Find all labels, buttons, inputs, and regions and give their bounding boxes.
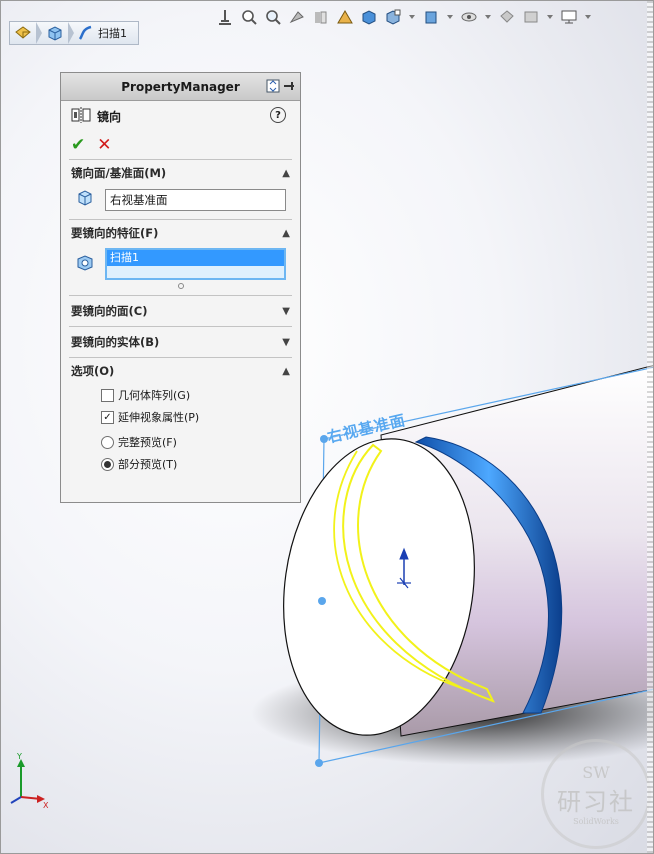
- view-settings-icon[interactable]: [559, 7, 579, 27]
- group-faces-header[interactable]: 要镜向的面(C) ▼: [69, 296, 292, 326]
- group-title: 要镜向的面(C): [71, 304, 148, 318]
- feature-title: 镜向: [97, 109, 122, 124]
- eye-icon[interactable]: [459, 7, 479, 27]
- option-label: 完整预览(F): [118, 436, 177, 449]
- chevron-up-icon[interactable]: ▲: [282, 228, 290, 239]
- body-icon[interactable]: [46, 24, 64, 42]
- chevron-down-icon[interactable]: ▼: [282, 306, 290, 317]
- hide-show-items-icon[interactable]: [421, 7, 441, 27]
- axis-y-label: Y: [16, 753, 22, 761]
- radio-selected-dot: [104, 460, 111, 468]
- expand-panel-icon[interactable]: [266, 79, 280, 96]
- plane-handle-bottom[interactable]: [315, 759, 323, 767]
- watermark-main: 研习社: [557, 787, 635, 816]
- partial-preview-option[interactable]: 部分预览(T): [69, 453, 292, 475]
- geometry-pattern-option[interactable]: 几何体阵列(G): [69, 384, 292, 406]
- plane-handle-mid[interactable]: [318, 597, 326, 605]
- view-orientation-icon[interactable]: [215, 7, 235, 27]
- section-view-icon[interactable]: [311, 7, 331, 27]
- plane-selection-icon: [75, 188, 95, 211]
- geometry-pattern-checkbox[interactable]: [101, 388, 114, 402]
- breadcrumb-sweep-item[interactable]: 扫描1: [78, 25, 127, 41]
- features-list[interactable]: 扫描1: [105, 248, 286, 280]
- display-style-icon[interactable]: [383, 7, 403, 27]
- pin-icon[interactable]: [282, 79, 296, 96]
- group-title: 要镜向的特征(F): [71, 226, 159, 240]
- property-manager-header: PropertyManager: [61, 73, 300, 101]
- group-title: 选项(O): [71, 364, 115, 378]
- full-preview-radio[interactable]: [101, 435, 114, 449]
- group-options-header[interactable]: 选项(O) ▲: [69, 358, 292, 384]
- option-label: 延伸视象属性(P): [118, 411, 200, 424]
- group-mirror-plane: 镜向面/基准面(M) ▲: [69, 159, 292, 219]
- chevron-up-icon[interactable]: ▲: [282, 366, 290, 377]
- breadcrumb: 扫描1: [9, 21, 139, 45]
- heads-up-view-toolbar: [215, 5, 625, 29]
- full-preview-option[interactable]: 完整预览(F): [69, 428, 292, 453]
- mirror-feature-icon: [71, 106, 91, 127]
- group-faces-to-mirror: 要镜向的面(C) ▼: [69, 295, 292, 326]
- group-options: 选项(O) ▲ 几何体阵列(G) ✓ 延伸视象属性(P) 完整预览(F) 部分预…: [69, 357, 292, 475]
- edit-appearance-icon[interactable]: [497, 7, 517, 27]
- axis-triad: Y X: [10, 753, 49, 809]
- view-orientation-cube-icon[interactable]: [359, 7, 379, 27]
- watermark-sub: SolidWorks: [573, 816, 619, 826]
- chevron-down-icon[interactable]: [585, 15, 591, 19]
- zoom-to-fit-icon[interactable]: [239, 7, 259, 27]
- resize-handle[interactable]: [177, 283, 184, 289]
- feature-selection-icon: [75, 253, 95, 276]
- mirror-plane-field[interactable]: [105, 188, 286, 211]
- previous-view-icon[interactable]: [287, 7, 307, 27]
- breadcrumb-feature-label: 扫描1: [98, 27, 127, 40]
- group-bodies-to-mirror: 要镜向的实体(B) ▼: [69, 326, 292, 357]
- ok-cancel-row: ✔ ✕: [61, 131, 300, 159]
- propagate-visual-option[interactable]: ✓ 延伸视象属性(P): [69, 406, 292, 428]
- ok-button[interactable]: ✔: [71, 135, 85, 155]
- property-manager-title: PropertyManager: [121, 79, 240, 94]
- option-label: 部分预览(T): [118, 458, 178, 471]
- group-title: 镜向面/基准面(M): [71, 166, 167, 180]
- watermark-top: SW: [582, 762, 610, 782]
- group-features-to-mirror: 要镜向的特征(F) ▲ 扫描1: [69, 219, 292, 289]
- chevron-down-icon[interactable]: ▼: [282, 337, 290, 348]
- zoom-to-area-icon[interactable]: [263, 7, 283, 27]
- chevron-down-icon[interactable]: [547, 15, 553, 19]
- chevron-down-icon[interactable]: [485, 15, 491, 19]
- chevron-down-icon[interactable]: [447, 15, 453, 19]
- axis-x-label: X: [43, 801, 49, 809]
- group-features-header[interactable]: 要镜向的特征(F) ▲: [69, 220, 292, 246]
- help-icon[interactable]: ?: [270, 107, 286, 123]
- cancel-button[interactable]: ✕: [97, 135, 111, 155]
- apply-scene-icon[interactable]: [521, 7, 541, 27]
- group-mirror-plane-header[interactable]: 镜向面/基准面(M) ▲: [69, 160, 292, 186]
- list-item[interactable]: 扫描1: [107, 250, 284, 266]
- propagate-visual-checkbox[interactable]: ✓: [101, 410, 114, 424]
- dynamic-annotation-icon[interactable]: [335, 7, 355, 27]
- option-label: 几何体阵列(G): [118, 389, 191, 402]
- feature-title-row: 镜向 ?: [61, 101, 300, 131]
- chevron-down-icon[interactable]: [409, 15, 415, 19]
- chevron-up-icon[interactable]: ▲: [282, 168, 290, 179]
- property-manager: PropertyManager 镜向 ? ✔ ✕ 镜向面/基准面(M) ▲ 右视…: [60, 72, 301, 503]
- breadcrumb-separator: [36, 22, 42, 44]
- partial-preview-radio[interactable]: [101, 457, 114, 471]
- breadcrumb-separator: [68, 22, 74, 44]
- group-title: 要镜向的实体(B): [71, 335, 160, 349]
- group-bodies-header[interactable]: 要镜向的实体(B) ▼: [69, 327, 292, 357]
- part-icon[interactable]: [14, 24, 32, 42]
- graphics-area[interactable]: 右视基准面 扫描1 PropertyManager 镜向 ? ✔ ✕ 镜向面/基…: [0, 0, 654, 854]
- watermark-logo: SW 研习社 SolidWorks: [541, 739, 651, 849]
- sweep-icon: [78, 25, 92, 40]
